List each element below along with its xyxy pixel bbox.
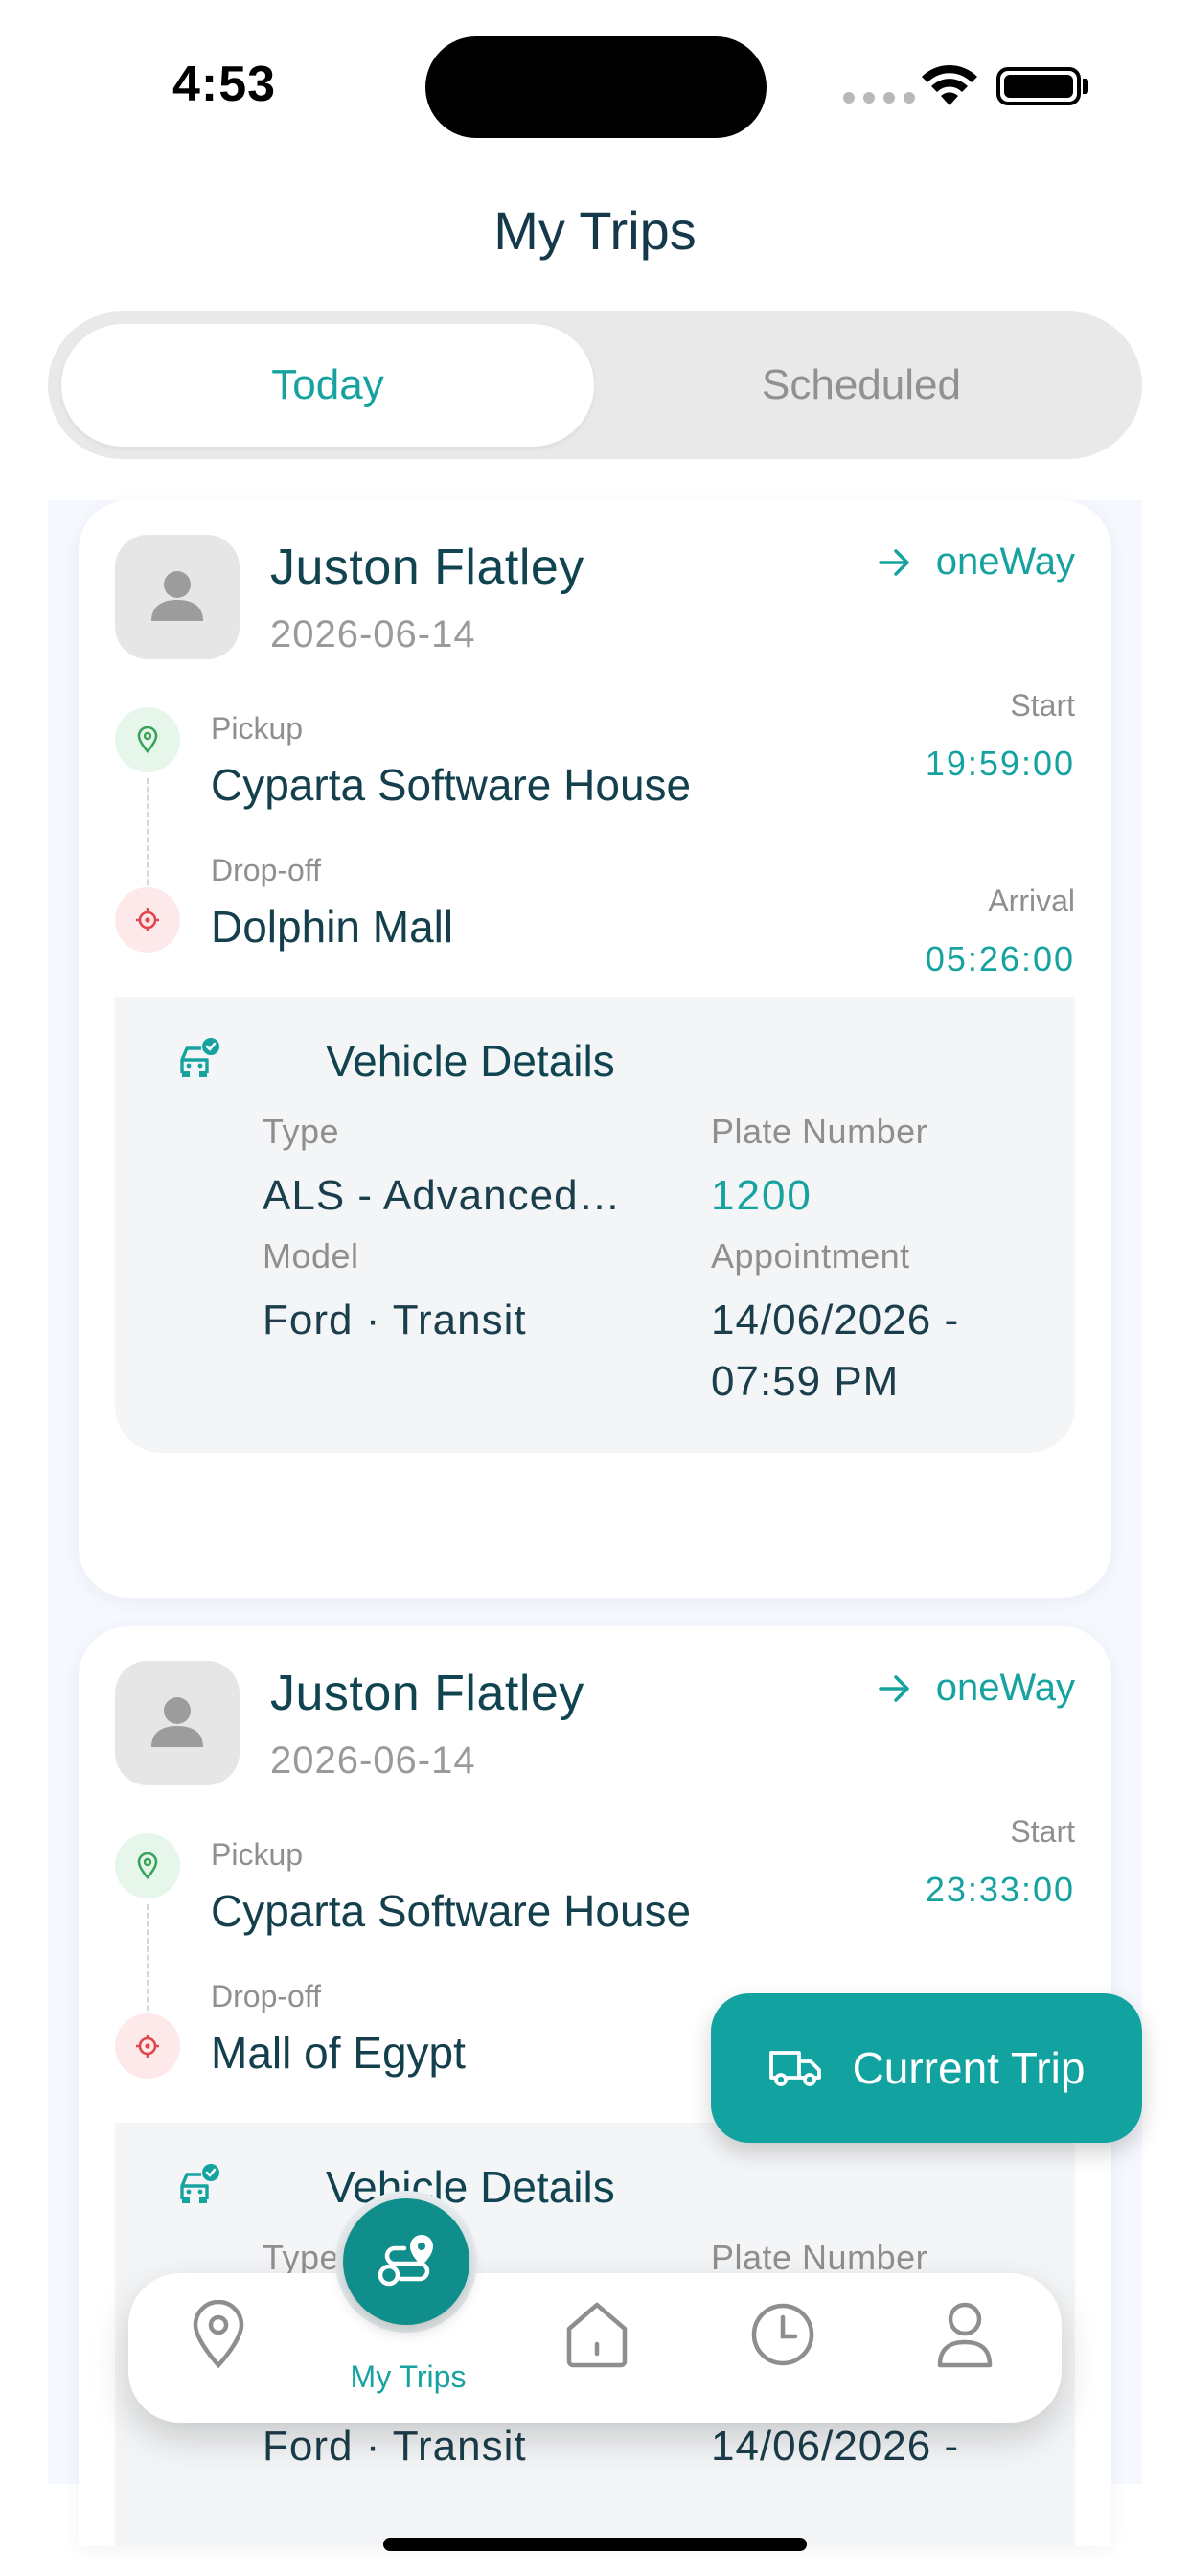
tab-scheduled[interactable]: Scheduled xyxy=(594,324,1129,447)
plate-number: 1200 xyxy=(711,1172,812,1219)
pickup-location: Cyparta Software House xyxy=(211,1886,692,1936)
car-check-icon xyxy=(180,2164,219,2203)
my-trips-nav-button[interactable] xyxy=(343,2198,469,2325)
dropoff-label: Drop-off xyxy=(211,1979,322,2013)
vehicle-model: Ford · Transit xyxy=(263,2423,527,2470)
signal-icon xyxy=(843,92,915,104)
dropoff-marker xyxy=(115,887,180,953)
location-icon[interactable] xyxy=(190,2300,247,2369)
pickup-marker xyxy=(115,1833,180,1898)
trip-type: oneWay xyxy=(878,540,1075,584)
passenger-name: Juston Flatley xyxy=(270,1666,584,1721)
home-indicator[interactable] xyxy=(383,2538,807,2551)
route-line xyxy=(147,1904,149,2019)
dropoff-label: Drop-off xyxy=(211,853,322,887)
trip-date: 2026-06-14 xyxy=(270,1739,476,1782)
status-time: 4:53 xyxy=(172,57,277,112)
bottom-nav xyxy=(128,2273,1062,2423)
person-icon xyxy=(151,571,203,621)
start-time: 23:33:00 xyxy=(925,1870,1075,1909)
battery-cap xyxy=(1083,79,1088,94)
trip-type-label: oneWay xyxy=(935,540,1075,583)
target-icon xyxy=(136,908,159,932)
car-check-icon xyxy=(180,1038,219,1077)
type-label: Type xyxy=(263,1112,340,1151)
start-label: Start xyxy=(1010,1814,1075,1849)
pin-icon xyxy=(137,1852,158,1879)
appointment-time: 07:59 PM xyxy=(711,1358,900,1405)
history-icon[interactable] xyxy=(749,2300,816,2369)
dropoff-location: Mall of Egypt xyxy=(211,2028,466,2078)
vehicle-type: ALS - Advanced… xyxy=(263,1172,622,1219)
vehicle-model: Ford · Transit xyxy=(263,1297,527,1344)
arrival-label: Arrival xyxy=(988,884,1075,918)
appointment-date: 14/06/2026 - xyxy=(711,2423,960,2470)
passenger-name: Juston Flatley xyxy=(270,540,584,595)
arrival-time: 05:26:00 xyxy=(925,939,1075,978)
current-trip-button[interactable]: Current Trip xyxy=(711,1993,1142,2143)
appointment-date: 14/06/2026 - xyxy=(711,1297,960,1344)
battery-icon xyxy=(996,67,1081,105)
vehicle-details-title: Vehicle Details xyxy=(326,1036,615,1086)
pickup-label: Pickup xyxy=(211,1837,304,1872)
appointment-label: Appointment xyxy=(711,1236,910,1276)
trip-type-label: oneWay xyxy=(935,1667,1075,1709)
my-trips-nav-label: My Trips xyxy=(350,2359,467,2394)
dropoff-marker xyxy=(115,2013,180,2079)
page-title: My Trips xyxy=(493,200,697,261)
arrow-right-icon xyxy=(878,1674,909,1702)
pickup-label: Pickup xyxy=(211,711,304,746)
start-time: 19:59:00 xyxy=(925,744,1075,783)
home-icon[interactable] xyxy=(563,2300,630,2369)
model-label: Model xyxy=(263,1236,359,1276)
my-trips-icon xyxy=(378,2235,433,2287)
current-trip-label: Current Trip xyxy=(852,2043,1086,2093)
pickup-marker xyxy=(115,707,180,772)
plate-label: Plate Number xyxy=(711,2238,928,2277)
pin-icon xyxy=(137,726,158,753)
avatar xyxy=(115,535,240,659)
trip-card[interactable]: Juston Flatley 2026-06-14 oneWay Pickup … xyxy=(79,500,1111,1598)
tab-today[interactable]: Today xyxy=(61,324,594,447)
route-line xyxy=(147,778,149,893)
start-label: Start xyxy=(1010,688,1075,723)
trip-date: 2026-06-14 xyxy=(270,613,476,656)
wifi-icon xyxy=(922,64,977,105)
dynamic-island xyxy=(425,36,767,138)
truck-icon xyxy=(768,2051,821,2086)
plate-label: Plate Number xyxy=(711,1112,928,1151)
dropoff-location: Dolphin Mall xyxy=(211,902,454,952)
person-icon xyxy=(151,1697,203,1747)
trip-type: oneWay xyxy=(878,1667,1075,1710)
type-label: Type xyxy=(263,2238,340,2277)
target-icon xyxy=(136,2035,159,2058)
vehicle-details-panel: Vehicle Details Type ALS - Advanced… Pla… xyxy=(115,997,1075,1453)
arrow-right-icon xyxy=(878,548,909,576)
profile-icon[interactable] xyxy=(935,2300,995,2369)
avatar xyxy=(115,1661,240,1785)
pickup-location: Cyparta Software House xyxy=(211,760,692,810)
